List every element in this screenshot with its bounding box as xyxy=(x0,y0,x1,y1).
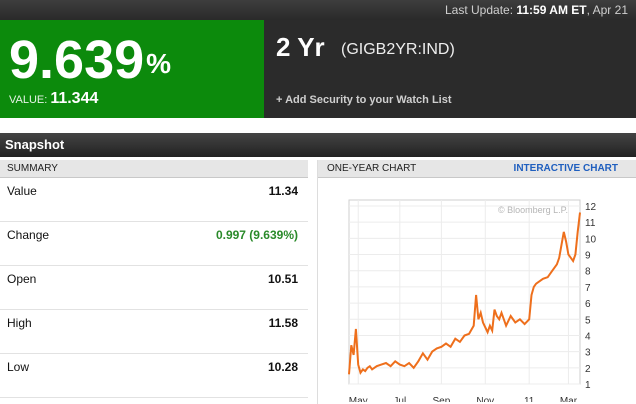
y-tick-label: 1 xyxy=(585,380,591,391)
percent-sign: % xyxy=(146,48,172,79)
chart-title: ONE-YEAR CHART xyxy=(327,163,417,174)
x-tick-label: May xyxy=(349,396,368,402)
x-tick-label: Sep xyxy=(433,396,451,402)
summary-header: SUMMARY xyxy=(0,160,308,178)
x-tick-label: Mar xyxy=(560,396,578,402)
x-tick-label: Nov xyxy=(476,396,494,402)
y-tick-label: 5 xyxy=(585,315,591,326)
summary-panel: SUMMARY Value 11.34 Change 0.997 (9.639%) … xyxy=(0,160,308,404)
summary-label: High xyxy=(7,316,32,330)
change-panel: 9.639% VALUE: 11.344 xyxy=(0,20,264,118)
y-tick-label: 8 xyxy=(585,267,591,278)
percent-change-value: 9.639 xyxy=(9,30,145,90)
summary-value: 11.58 xyxy=(268,316,298,330)
y-tick-label: 9 xyxy=(585,251,591,262)
value-line: VALUE: 11.344 xyxy=(9,90,98,108)
chart-panel: ONE-YEAR CHART INTERACTIVE CHART © Bloom… xyxy=(317,160,636,404)
chart-header: ONE-YEAR CHART INTERACTIVE CHART xyxy=(318,160,636,178)
summary-value: 10.51 xyxy=(267,272,298,286)
y-tick-label: 10 xyxy=(585,234,597,245)
security-name: 2 Yr xyxy=(276,32,325,62)
add-watchlist-link[interactable]: + Add Security to your Watch List xyxy=(276,94,452,106)
summary-value: 11.34 xyxy=(268,184,298,198)
x-tick-label: Jul xyxy=(393,396,406,402)
summary-label: Low xyxy=(7,360,30,374)
one-year-chart: © Bloomberg L.P. 123456789101112 May Jul S… xyxy=(348,199,597,402)
summary-row-low: Low 10.28 xyxy=(0,354,308,398)
percent-change: 9.639% xyxy=(9,30,171,90)
watermark: © Bloomberg L.P. xyxy=(498,205,568,215)
x-tick-label: 11 xyxy=(524,396,535,402)
summary-row-high: High 11.58 xyxy=(0,310,308,354)
summary-label: Open xyxy=(7,272,37,286)
last-update-bar: Last Update: 11:59 AM ET, Apr 21 xyxy=(0,0,636,20)
summary-row-change: Change 0.997 (9.639%) xyxy=(0,222,308,266)
last-update-date: , Apr 21 xyxy=(586,3,628,17)
y-tick-label: 11 xyxy=(585,218,596,229)
last-update-label: Last Update: xyxy=(444,3,514,17)
summary-row-value: Value 11.34 xyxy=(0,178,308,222)
summary-row-open: Open 10.51 xyxy=(0,266,308,310)
y-tick-label: 2 xyxy=(585,364,591,375)
value-label: VALUE: xyxy=(9,94,48,106)
value-number: 11.344 xyxy=(50,90,99,107)
y-tick-label: 3 xyxy=(585,348,591,359)
security-code: (GIGB2YR:IND) xyxy=(341,41,455,58)
summary-label: Value xyxy=(7,184,37,198)
y-tick-label: 7 xyxy=(585,283,591,294)
summary-label: Change xyxy=(7,228,50,242)
snapshot-title: Snapshot xyxy=(0,133,636,157)
summary-value: 0.997 (9.639%) xyxy=(215,228,298,242)
last-update-time: 11:59 AM ET xyxy=(516,3,587,17)
plot-area xyxy=(348,199,581,385)
y-tick-label: 12 xyxy=(585,202,597,213)
security-panel: 2 Yr (GIGB2YR:IND) + Add Security to you… xyxy=(264,20,636,118)
summary-value: 10.28 xyxy=(267,360,298,374)
interactive-chart-link[interactable]: INTERACTIVE CHART xyxy=(514,160,618,178)
y-tick-label: 4 xyxy=(585,331,591,342)
y-tick-label: 6 xyxy=(585,299,591,310)
